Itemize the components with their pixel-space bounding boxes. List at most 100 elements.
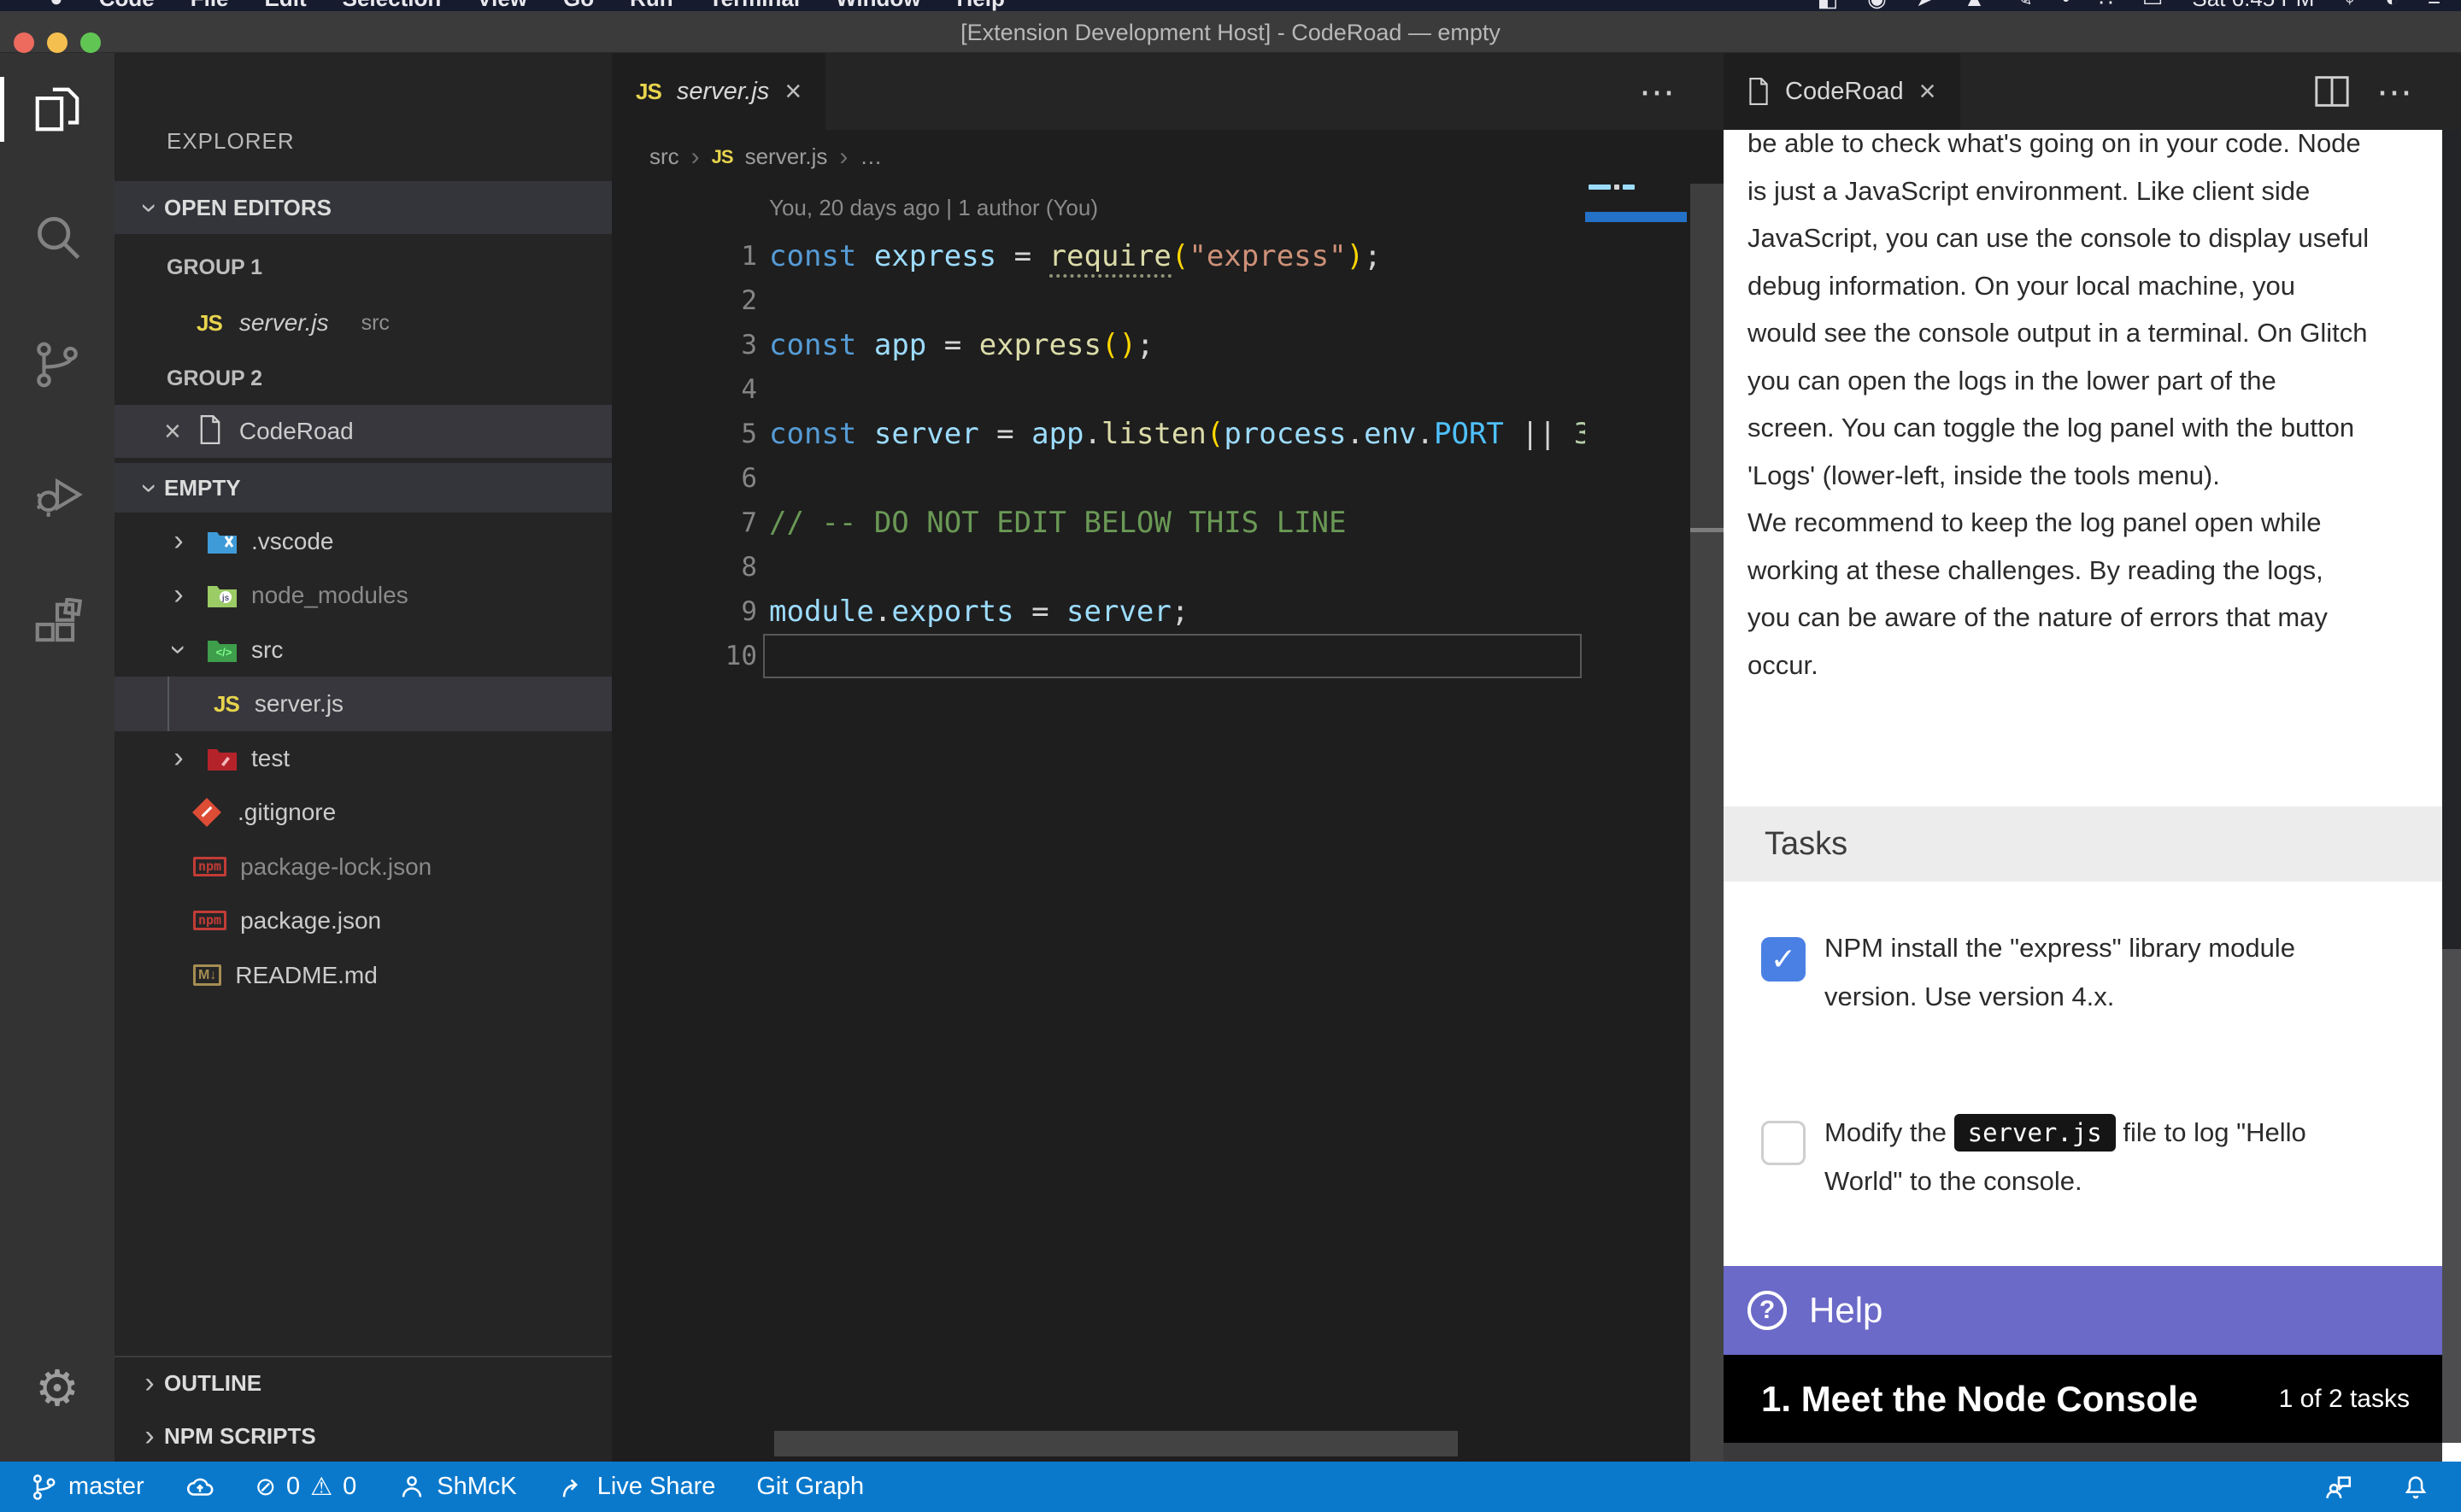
tree-item-src[interactable]: › </> src <box>115 623 612 677</box>
close-tab-icon[interactable]: × <box>784 75 802 108</box>
git-branch-status[interactable]: master <box>29 1473 144 1502</box>
open-editors-header[interactable]: › OPEN EDITORS <box>115 181 612 234</box>
code-line[interactable]: 2 <box>612 278 1585 323</box>
panel-more-actions-icon[interactable]: ⋯ <box>2376 71 2414 113</box>
menubar-status-icon[interactable]: ✎ <box>2014 0 2033 11</box>
git-graph-label: Git Graph <box>756 1473 864 1501</box>
warnings-icon: ⚠ <box>310 1472 332 1502</box>
code-line[interactable]: 7// -- DO NOT EDIT BELOW THIS LINE <box>612 501 1585 545</box>
code-line[interactable]: 5const server = app.listen(process.env.P… <box>612 412 1585 456</box>
tree-item-serverjs[interactable]: JS server.js <box>115 677 612 731</box>
feedback-button[interactable] <box>2324 1473 2353 1502</box>
webview-scrollbar-thumb[interactable] <box>2442 130 2461 949</box>
line-number: 3 <box>612 323 757 367</box>
tree-item-package-json[interactable]: npm package.json <box>115 894 612 947</box>
tab-coderoad[interactable]: CodeRoad × <box>1724 53 1960 130</box>
window-title-bar: [Extension Development Host] - CodeRoad … <box>0 11 2461 53</box>
coderoad-paragraph-line: debug information. On your local machine… <box>1747 262 2423 310</box>
code-line[interactable]: 8 <box>612 545 1585 589</box>
task2-checkbox[interactable] <box>1761 1121 1806 1165</box>
task1-checkbox[interactable]: ✓ <box>1761 937 1806 982</box>
person-icon <box>397 1473 426 1502</box>
search-icon[interactable] <box>0 190 115 284</box>
control-center-icon[interactable]: ≡ <box>2428 0 2440 11</box>
npm-scripts-section-header[interactable]: › NPM SCRIPTS <box>115 1410 612 1462</box>
menu-item-go[interactable]: Go <box>563 0 594 11</box>
code-line[interactable]: 1const express = require("express"); <box>612 234 1585 278</box>
close-icon[interactable]: × <box>164 415 181 448</box>
chevron-right-icon: › <box>135 1367 164 1400</box>
error-count: 0 <box>286 1473 300 1501</box>
menu-item-run[interactable]: Run <box>630 0 673 11</box>
spotlight-icon[interactable]: ⌖ <box>2343 0 2356 11</box>
editor-scrollbar[interactable] <box>1690 130 1724 1462</box>
split-editor-icon[interactable] <box>2313 74 2351 108</box>
menubar-status-icon[interactable]: ∴ <box>2099 0 2113 11</box>
menu-item-help[interactable]: Help <box>957 0 1005 11</box>
code-line[interactable]: 6 <box>612 456 1585 501</box>
menu-item-code[interactable]: Code <box>99 0 155 11</box>
tree-item-gitignore[interactable]: .gitignore <box>115 785 612 839</box>
run-debug-icon[interactable] <box>0 448 115 542</box>
explorer-icon[interactable] <box>0 62 115 156</box>
code-line[interactable]: 9module.exports = server; <box>612 589 1585 634</box>
outline-section-header[interactable]: › OUTLINE <box>115 1357 612 1409</box>
coderoad-tab-bar: CodeRoad × ⋯ <box>1724 53 2461 130</box>
open-editor-item-serverjs[interactable]: JS server.js src <box>115 296 612 349</box>
lesson-footer-bar[interactable]: 1. Meet the Node Console 1 of 2 tasks <box>1724 1355 2442 1443</box>
menu-item-window[interactable]: Window <box>836 0 920 11</box>
menu-item-selection[interactable]: Selection <box>343 0 442 11</box>
menubar-clock[interactable]: Sat 6:45 PM <box>2192 0 2314 11</box>
tree-item-readme[interactable]: M↓ README.md <box>115 948 612 1002</box>
code-editor[interactable]: 1const express = require("express");23co… <box>612 53 1585 1334</box>
menu-item-view[interactable]: View <box>477 0 527 11</box>
chevron-right-icon: › <box>164 578 193 612</box>
line-number: 2 <box>612 278 757 323</box>
menubar-status-icon[interactable]: ➤ <box>1916 0 1935 11</box>
tree-item-node-modules[interactable]: › js node_modules <box>115 568 612 622</box>
menubar-status-icon[interactable]: ▲ <box>1964 0 1986 11</box>
editor-actions-more-icon[interactable]: ⋯ <box>1639 71 1677 113</box>
open-editor-file-name: CodeRoad <box>239 418 354 445</box>
webview-scrollbar-track[interactable] <box>2442 949 2461 1443</box>
breadcrumb-file[interactable]: server.js <box>745 144 828 170</box>
menu-item-edit[interactable]: Edit <box>265 0 307 11</box>
menubar-status-icon[interactable]: ◧ <box>1818 0 1839 11</box>
live-share-button[interactable]: Live Share <box>558 1473 716 1502</box>
menu-items: ● Code File Edit Selection View Go Run T… <box>0 0 1005 11</box>
menubar-status-icon[interactable]: • <box>2062 0 2070 11</box>
source-control-icon[interactable] <box>0 318 115 412</box>
apple-logo-icon[interactable]: ● <box>50 0 63 11</box>
menu-item-file[interactable]: File <box>191 0 229 11</box>
problems-status[interactable]: ⊘ 0 ⚠ 0 <box>255 1472 357 1502</box>
user-name: ShMcK <box>437 1473 516 1501</box>
tree-item-test[interactable]: › test <box>115 731 612 785</box>
tree-item-label: test <box>251 745 290 772</box>
siri-icon[interactable]: ◐ <box>2385 0 2399 11</box>
notifications-button[interactable] <box>2401 1473 2430 1502</box>
settings-gear-icon[interactable]: ⚙ <box>0 1341 115 1435</box>
menubar-status-icon[interactable]: ▭ <box>2142 0 2164 11</box>
tree-item-vscode[interactable]: › .vscode <box>115 514 612 568</box>
breadcrumb-symbol-more[interactable]: … <box>860 144 882 170</box>
src-folder-icon: </> <box>207 637 238 663</box>
open-editor-item-coderoad[interactable]: × CodeRoad <box>115 405 612 458</box>
extensions-icon[interactable] <box>0 577 115 671</box>
code-line[interactable]: 3const app = express(); <box>612 323 1585 367</box>
help-bar[interactable]: ? Help <box>1724 1266 2442 1355</box>
menubar-status-icon[interactable]: ◉ <box>1867 0 1887 11</box>
errors-icon: ⊘ <box>255 1472 276 1502</box>
folder-root-header[interactable]: › EMPTY <box>115 463 612 513</box>
horizontal-scrollbar-thumb[interactable] <box>774 1431 1458 1456</box>
breadcrumb-folder[interactable]: src <box>649 144 679 170</box>
breadcrumb[interactable]: src › JS server.js › … <box>612 130 1724 184</box>
menu-item-terminal[interactable]: Terminal <box>709 0 800 11</box>
tree-item-package-lock[interactable]: npm package-lock.json <box>115 840 612 894</box>
code-line[interactable]: 4 <box>612 367 1585 412</box>
folder-root-label: EMPTY <box>164 475 241 501</box>
sync-changes-button[interactable] <box>185 1473 214 1502</box>
tab-serverjs[interactable]: JS server.js × <box>612 53 825 130</box>
git-graph-button[interactable]: Git Graph <box>756 1473 864 1501</box>
live-share-user[interactable]: ShMcK <box>397 1473 516 1502</box>
close-tab-icon[interactable]: × <box>1919 75 1936 108</box>
